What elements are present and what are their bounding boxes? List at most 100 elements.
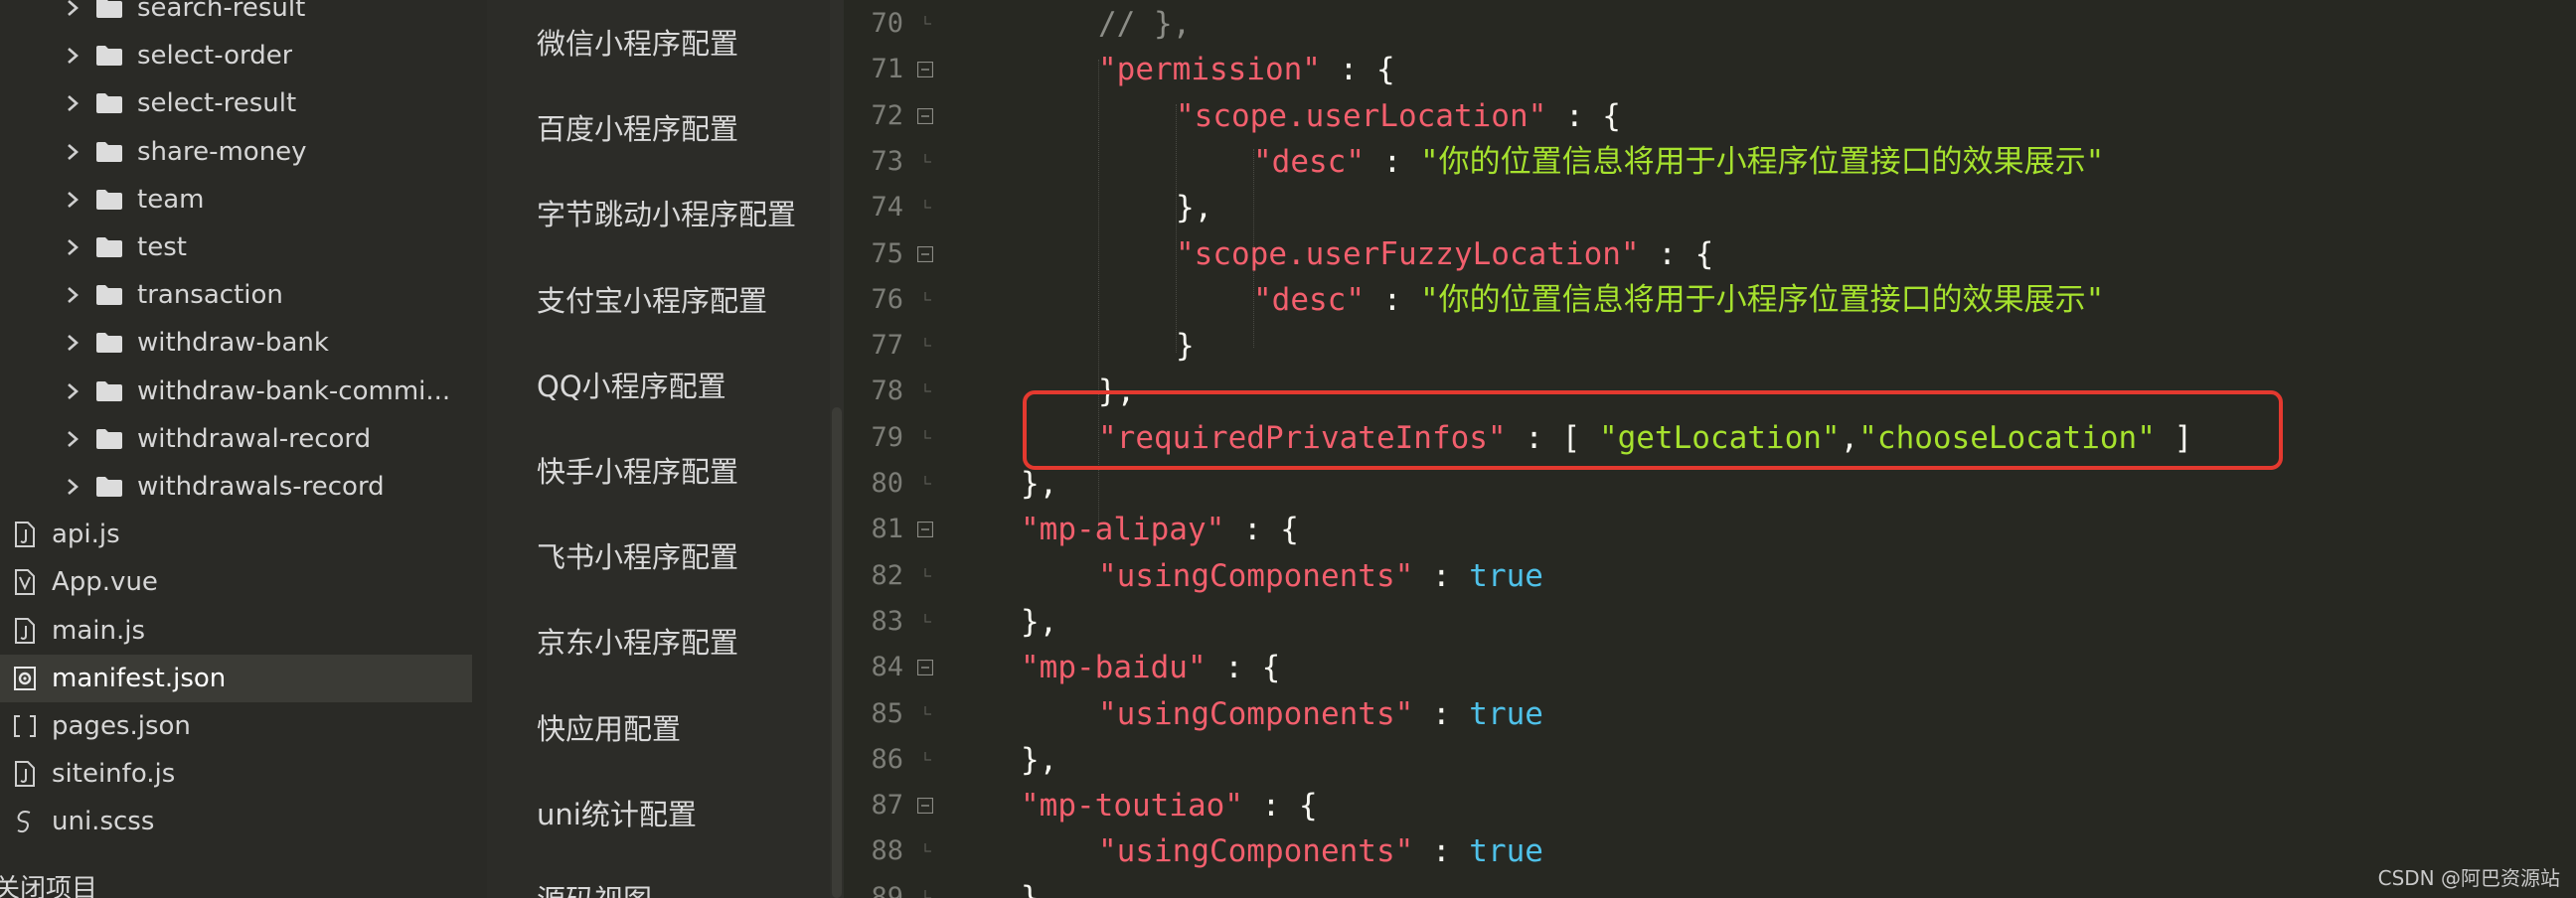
- tree-file-item[interactable]: App.vue: [0, 558, 472, 606]
- fold-toggle-icon[interactable]: [917, 107, 933, 124]
- code-line[interactable]: 87 "mp-toutiao" : {: [844, 783, 2576, 828]
- fold-toggle-icon[interactable]: [917, 245, 933, 262]
- config-menu-item[interactable]: 京东小程序配置: [537, 616, 738, 666]
- chevron-right-icon[interactable]: [62, 45, 83, 67]
- tree-folder-item[interactable]: withdrawals-record: [0, 463, 472, 511]
- config-menu-item[interactable]: 快手小程序配置: [537, 445, 738, 495]
- watermark: CSDN @阿巴资源站: [2377, 866, 2560, 890]
- chevron-right-icon[interactable]: [62, 141, 83, 163]
- code-token: "desc": [1253, 143, 1365, 180]
- tree-folder-item[interactable]: select-result: [0, 79, 472, 127]
- tree-folder-item[interactable]: team: [0, 176, 472, 224]
- chevron-right-icon[interactable]: [62, 284, 83, 306]
- tree-folder-item[interactable]: select-order: [0, 32, 472, 79]
- tree-file-item[interactable]: main.js: [0, 607, 472, 655]
- config-menu-item[interactable]: QQ小程序配置: [537, 360, 726, 409]
- js-file-icon: [15, 522, 35, 548]
- folder-icon: [96, 0, 122, 18]
- tree-item-label: search-result: [137, 0, 306, 23]
- tree-folder-item[interactable]: transaction: [0, 271, 472, 319]
- code-token: "mp-alipay": [1021, 512, 1225, 548]
- tree-file-item[interactable]: uni.scss: [0, 798, 472, 845]
- code-text: },: [1021, 875, 1057, 898]
- chevron-right-icon[interactable]: [62, 476, 83, 498]
- tree-folder-item[interactable]: test: [0, 224, 472, 271]
- code-token: true: [1469, 557, 1543, 594]
- line-number: 77: [871, 330, 903, 362]
- code-line[interactable]: 83},: [844, 599, 2576, 645]
- tree-file-item[interactable]: siteinfo.js: [0, 750, 472, 798]
- fold-toggle-icon[interactable]: [917, 62, 933, 78]
- code-line[interactable]: 72 "scope.userLocation" : {: [844, 93, 2576, 139]
- close-project-button[interactable]: 关闭项目: [0, 868, 97, 898]
- config-menu-item[interactable]: 微信小程序配置: [537, 17, 738, 67]
- code-line[interactable]: 74},: [844, 185, 2576, 230]
- chevron-right-icon[interactable]: [62, 189, 83, 211]
- line-number: 71: [871, 54, 903, 85]
- chevron-right-icon[interactable]: [62, 380, 83, 402]
- fold-tick-icon: [924, 383, 931, 392]
- tree-file-item[interactable]: manifest.json: [0, 654, 472, 702]
- fold-tick-icon: [924, 338, 931, 347]
- code-token: : {: [1320, 52, 1395, 88]
- code-line[interactable]: 71 "permission" : {: [844, 47, 2576, 92]
- fold-tick-icon: [924, 613, 931, 623]
- tree-item-label: select-result: [137, 88, 297, 119]
- code-line[interactable]: 70 // },: [844, 1, 2576, 47]
- folder-icon: [96, 141, 122, 162]
- code-line[interactable]: 75 "scope.userFuzzyLocation" : {: [844, 231, 2576, 277]
- code-token: "usingComponents": [1098, 557, 1414, 594]
- fold-tick-icon: [924, 429, 931, 439]
- chevron-right-icon[interactable]: [62, 428, 83, 450]
- code-line[interactable]: 76 "desc" : "你的位置信息将用于小程序位置接口的效果展示": [844, 277, 2576, 323]
- fold-toggle-icon[interactable]: [917, 522, 933, 538]
- code-line[interactable]: 84 "mp-baidu" : {: [844, 645, 2576, 690]
- config-menu-item[interactable]: uni统计配置: [537, 788, 697, 837]
- tree-folder-item[interactable]: withdrawal-record: [0, 415, 472, 463]
- code-text: "permission" : {: [1098, 47, 1395, 92]
- code-line[interactable]: 77}: [844, 323, 2576, 369]
- code-text: "desc" : "你的位置信息将用于小程序位置接口的效果展示": [1253, 139, 2104, 185]
- code-line[interactable]: 73 "desc" : "你的位置信息将用于小程序位置接口的效果展示": [844, 139, 2576, 185]
- code-token: "usingComponents": [1098, 833, 1414, 870]
- code-text: "usingComponents" : true: [1098, 691, 1543, 737]
- code-line[interactable]: 82 "usingComponents" : true: [844, 553, 2576, 599]
- tree-folder-item[interactable]: search-result: [0, 0, 472, 32]
- config-menu-item[interactable]: 百度小程序配置: [537, 102, 738, 152]
- tree-folder-item[interactable]: share-money: [0, 128, 472, 176]
- code-line[interactable]: 86},: [844, 737, 2576, 783]
- code-text: "mp-baidu" : {: [1021, 645, 1280, 690]
- fold-toggle-icon[interactable]: [917, 798, 933, 815]
- tree-item-label: select-order: [137, 41, 293, 72]
- tree-file-item[interactable]: api.js: [0, 511, 472, 558]
- code-token: true: [1469, 833, 1543, 870]
- tree-file-item[interactable]: pages.json: [0, 702, 472, 750]
- config-menu-item[interactable]: 飞书小程序配置: [537, 530, 738, 580]
- line-number: 81: [871, 514, 903, 545]
- code-token: "desc": [1253, 281, 1365, 318]
- code-line[interactable]: 89},: [844, 875, 2576, 898]
- fold-toggle-icon[interactable]: [917, 660, 933, 676]
- config-menu-item[interactable]: 支付宝小程序配置: [537, 274, 767, 324]
- js-file-icon: [15, 617, 35, 644]
- line-number: 78: [871, 375, 903, 407]
- folder-icon: [96, 428, 122, 449]
- tree-item-label: withdrawals-record: [137, 472, 385, 502]
- config-menu-item[interactable]: 字节跳动小程序配置: [537, 188, 796, 237]
- config-menu-item[interactable]: 快应用配置: [537, 702, 681, 752]
- code-line[interactable]: 81 "mp-alipay" : {: [844, 507, 2576, 552]
- chevron-right-icon[interactable]: [62, 332, 83, 354]
- chevron-right-icon[interactable]: [62, 92, 83, 114]
- config-menu-scrollbar-thumb[interactable]: [832, 407, 842, 898]
- chevron-right-icon[interactable]: [62, 236, 83, 258]
- tree-folder-item[interactable]: withdraw-bank-commi...: [0, 368, 472, 415]
- tree-item-label: withdrawal-record: [137, 423, 372, 454]
- config-menu-scrollbar[interactable]: [830, 0, 844, 898]
- code-line[interactable]: 88 "usingComponents" : true: [844, 828, 2576, 874]
- code-line[interactable]: 85 "usingComponents" : true: [844, 691, 2576, 737]
- tree-folder-item[interactable]: withdraw-bank: [0, 319, 472, 367]
- config-menu-item[interactable]: 源码视图: [537, 873, 652, 898]
- chevron-right-icon[interactable]: [62, 0, 83, 19]
- line-number: 83: [871, 605, 903, 637]
- code-text: "usingComponents" : true: [1098, 828, 1543, 874]
